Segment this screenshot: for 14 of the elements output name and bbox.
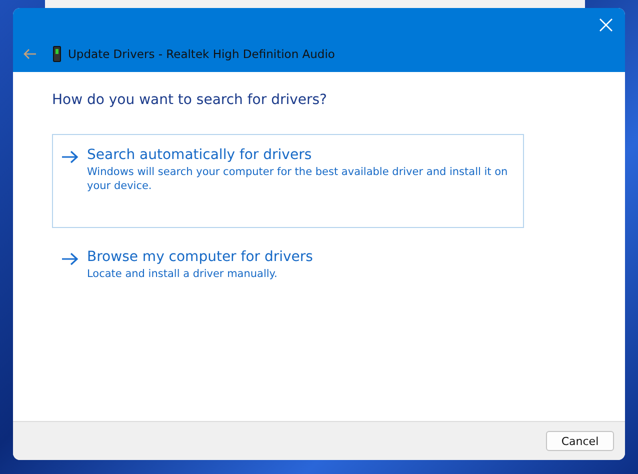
option-title: Search automatically for drivers xyxy=(87,147,313,163)
driver-option[interactable]: Search automatically for drivers Windows will search your computer for the best available driver and install it on your device. xyxy=(52,134,524,228)
close-icon xyxy=(599,18,613,32)
window-title: Update Drivers - Realtek High Definition Audio xyxy=(68,47,335,61)
device-icon xyxy=(53,46,61,62)
arrow-icon xyxy=(61,252,79,266)
back-arrow-icon xyxy=(23,48,37,60)
cancel-button[interactable]: Cancel xyxy=(546,431,614,451)
option-title: Browse my computer for drivers xyxy=(87,249,313,265)
option-description: Windows will search your computer for the best available driver and install it on your device. xyxy=(87,165,509,194)
option-description: Locate and install a driver manually. xyxy=(87,267,278,282)
driver-option[interactable]: Browse my computer for drivers Locate and install a driver manually. xyxy=(52,236,524,330)
arrow-icon xyxy=(61,150,79,164)
page-heading: How do you want to search for drivers? xyxy=(52,92,328,108)
